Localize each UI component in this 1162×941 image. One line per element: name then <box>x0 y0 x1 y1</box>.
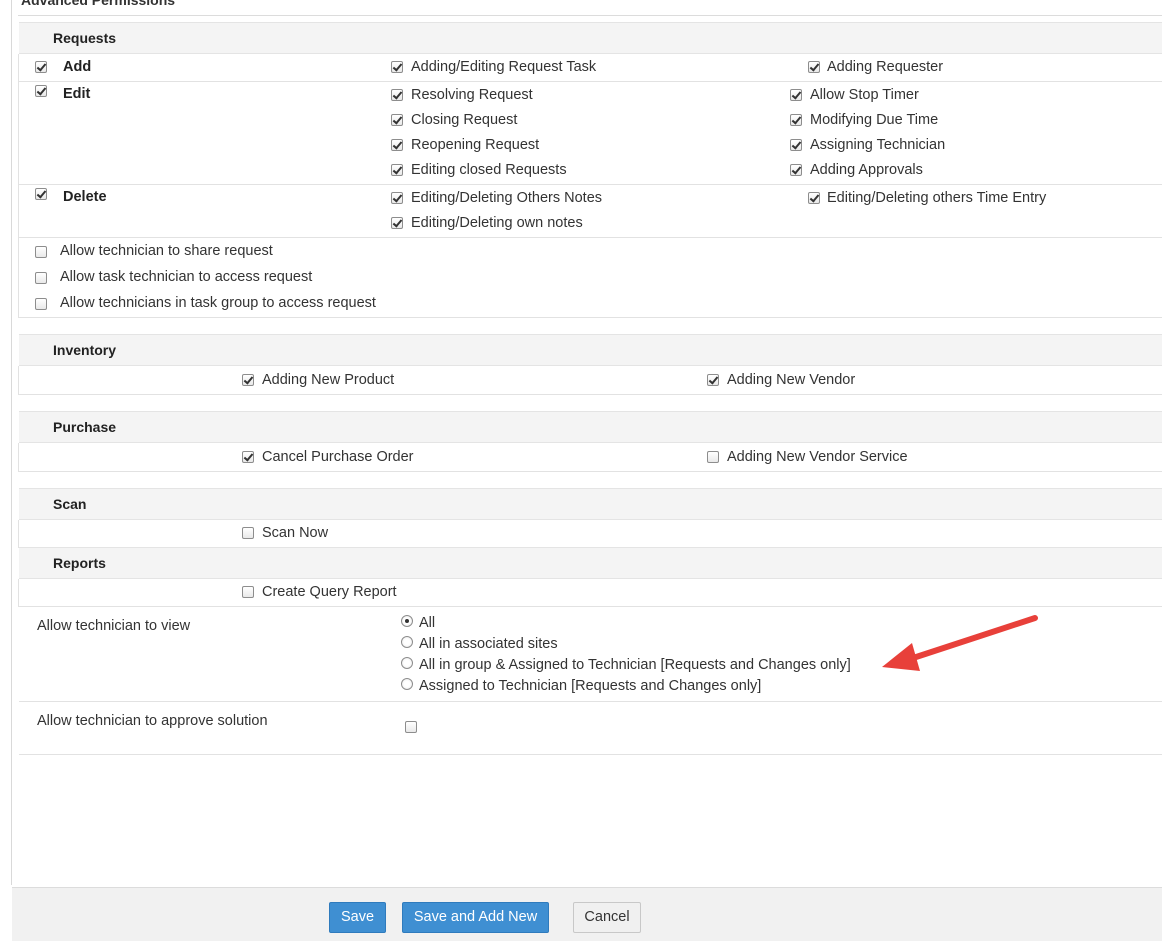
assigning-technician-checkbox[interactable] <box>790 139 802 151</box>
editing-deleting-others-time-entry-label: Editing/Deleting others Time Entry <box>827 190 1047 206</box>
delete-label: Delete <box>63 189 107 205</box>
resolving-request-checkbox[interactable] <box>391 89 403 101</box>
row-divider <box>19 701 1162 702</box>
requests-left-border <box>18 54 19 318</box>
editing-closed-requests-label: Editing closed Requests <box>411 162 567 178</box>
allow-stop-timer-checkbox[interactable] <box>790 89 802 101</box>
share-request-checkbox[interactable] <box>35 246 47 258</box>
allow-view-label: Allow technician to view <box>37 618 191 634</box>
page-heading: Advanced Permissions <box>21 0 176 8</box>
cancel-purchase-order-label: Cancel Purchase Order <box>262 449 414 465</box>
editing-deleting-own-notes-label: Editing/Deleting own notes <box>411 215 583 231</box>
view-assigned-technician-radio[interactable] <box>401 678 413 690</box>
view-associated-sites-label: All in associated sites <box>419 636 558 652</box>
save-button[interactable]: Save <box>329 902 386 933</box>
scan-left-border <box>18 520 19 548</box>
adding-new-vendor-label: Adding New Vendor <box>727 372 856 388</box>
view-all-label: All <box>419 615 436 631</box>
add-label: Add <box>63 59 92 75</box>
resolving-request-label: Resolving Request <box>411 87 533 103</box>
reports-section-header <box>19 547 1162 579</box>
adding-new-vendor-service-label: Adding New Vendor Service <box>727 449 908 465</box>
annotation-arrow-icon <box>882 615 1038 671</box>
inventory-left-border <box>18 366 19 395</box>
cancel-button[interactable]: Cancel <box>573 902 641 933</box>
task-technician-access-checkbox[interactable] <box>35 272 47 284</box>
inventory-section-header <box>19 334 1162 366</box>
adding-requester-checkbox[interactable] <box>808 61 820 73</box>
view-assigned-technician-label: Assigned to Technician [Requests and Cha… <box>419 678 762 694</box>
editing-deleting-others-notes-label: Editing/Deleting Others Notes <box>411 190 603 206</box>
task-technician-access-label: Allow task technician to access request <box>60 269 313 285</box>
section-bottom-border <box>19 471 1162 472</box>
adding-editing-request-task-label: Adding/Editing Request Task <box>411 59 597 75</box>
approve-solution-label: Allow technician to approve solution <box>37 713 268 729</box>
create-query-report-checkbox[interactable] <box>242 586 254 598</box>
row-divider <box>19 237 1162 238</box>
adding-requester-label: Adding Requester <box>827 59 944 75</box>
view-all-radio[interactable] <box>401 615 413 627</box>
section-bottom-border <box>19 317 1162 318</box>
row-divider <box>19 184 1162 185</box>
view-group-assigned-radio[interactable] <box>401 657 413 669</box>
share-request-label: Allow technician to share request <box>60 243 273 259</box>
section-bottom-border <box>19 394 1162 395</box>
approve-solution-checkbox[interactable] <box>405 721 417 733</box>
cancel-purchase-order-checkbox[interactable] <box>242 451 254 463</box>
heading-divider <box>18 15 1162 16</box>
allow-stop-timer-label: Allow Stop Timer <box>810 87 919 103</box>
purchase-section-header <box>19 411 1162 443</box>
adding-new-vendor-checkbox[interactable] <box>707 374 719 386</box>
create-query-report-label: Create Query Report <box>262 584 397 600</box>
modifying-due-time-label: Modifying Due Time <box>810 112 939 128</box>
adding-new-vendor-service-checkbox[interactable] <box>707 451 719 463</box>
row-divider <box>19 81 1162 82</box>
editing-closed-requests-checkbox[interactable] <box>391 164 403 176</box>
inventory-section-title: Inventory <box>53 342 117 358</box>
scan-section-title: Scan <box>53 496 87 512</box>
purchase-left-border <box>18 443 19 472</box>
reports-left-border <box>18 579 19 607</box>
modifying-due-time-checkbox[interactable] <box>790 114 802 126</box>
task-group-access-label: Allow technicians in task group to acces… <box>60 295 376 311</box>
edit-label: Edit <box>63 86 91 102</box>
editing-deleting-others-notes-checkbox[interactable] <box>391 192 403 204</box>
closing-request-label: Closing Request <box>411 112 518 128</box>
view-associated-sites-radio[interactable] <box>401 636 413 648</box>
closing-request-checkbox[interactable] <box>391 114 403 126</box>
panel-left-border <box>11 0 12 885</box>
task-group-access-checkbox[interactable] <box>35 298 47 310</box>
purchase-section-title: Purchase <box>53 419 117 435</box>
reopening-request-label: Reopening Request <box>411 137 540 153</box>
row-divider <box>19 754 1162 755</box>
adding-new-product-checkbox[interactable] <box>242 374 254 386</box>
save-and-add-new-button[interactable]: Save and Add New <box>402 902 549 933</box>
reports-section-title: Reports <box>53 555 106 571</box>
editing-deleting-others-time-entry-checkbox[interactable] <box>808 192 820 204</box>
adding-new-product-label: Adding New Product <box>262 372 395 388</box>
add-checkbox[interactable] <box>35 61 47 73</box>
reopening-request-checkbox[interactable] <box>391 139 403 151</box>
scan-section-header <box>19 488 1162 520</box>
assigning-technician-label: Assigning Technician <box>810 137 946 153</box>
edit-checkbox[interactable] <box>35 85 47 97</box>
requests-section-header <box>19 22 1162 54</box>
view-group-assigned-label: All in group & Assigned to Technician [R… <box>419 657 851 673</box>
delete-checkbox[interactable] <box>35 188 47 200</box>
adding-approvals-checkbox[interactable] <box>790 164 802 176</box>
scan-now-label: Scan Now <box>262 525 329 541</box>
requests-section-title: Requests <box>53 30 117 46</box>
adding-editing-request-task-checkbox[interactable] <box>391 61 403 73</box>
editing-deleting-own-notes-checkbox[interactable] <box>391 217 403 229</box>
adding-approvals-label: Adding Approvals <box>810 162 923 178</box>
scan-now-checkbox[interactable] <box>242 527 254 539</box>
